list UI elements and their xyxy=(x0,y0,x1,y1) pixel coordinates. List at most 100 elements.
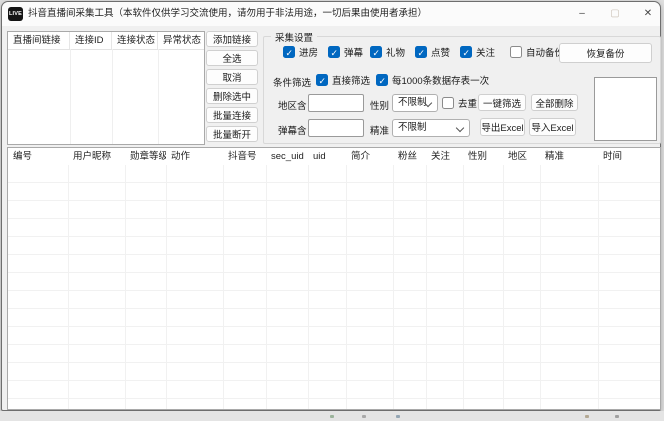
column-header-gender[interactable]: 性别 xyxy=(463,148,503,165)
delete-all-button[interactable]: 全部删除 xyxy=(531,94,578,111)
divider xyxy=(70,49,71,144)
column-header-follow[interactable]: 关注 xyxy=(426,148,463,165)
divider xyxy=(68,165,69,409)
taskbar-icon xyxy=(585,415,589,418)
checkbox-auto-backup[interactable]: 自动备份 xyxy=(510,45,564,59)
export-excel-button[interactable]: 导出Excel xyxy=(480,118,525,136)
connection-list[interactable]: 直播间链接 连接ID 连接状态 异常状态 xyxy=(7,31,205,145)
divider xyxy=(346,165,347,409)
column-header-bio[interactable]: 简介 xyxy=(346,148,393,165)
checkbox-label: 去重 xyxy=(458,96,477,110)
divider xyxy=(223,165,224,409)
taskbar-icon xyxy=(615,415,619,418)
checkbox-icon[interactable] xyxy=(283,46,295,58)
data-table[interactable]: 编号 用户昵称 勋章等级 动作 抖音号 sec_uid uid 简介 粉丝 关注… xyxy=(7,147,661,410)
titlebar[interactable]: LIVE 抖音直播间采集工具（本软件仅供学习交流使用，请勿用于非法用途，一切后果… xyxy=(2,2,660,26)
group-title: 采集设置 xyxy=(271,30,317,44)
data-table-header: 编号 用户昵称 勋章等级 动作 抖音号 sec_uid uid 简介 粉丝 关注… xyxy=(8,148,660,166)
divider xyxy=(158,49,159,144)
checkbox-danmaku[interactable]: 弹幕 xyxy=(328,45,363,59)
column-header-nickname[interactable]: 用户昵称 xyxy=(68,148,125,165)
checkbox-direct-filter[interactable]: 直接筛选 xyxy=(316,73,370,87)
checkbox-label: 点赞 xyxy=(431,45,450,59)
column-header-fans[interactable]: 粉丝 xyxy=(393,148,426,165)
region-contains-label: 地区含 xyxy=(278,98,307,112)
divider xyxy=(503,165,504,409)
window-title: 抖音直播间采集工具（本软件仅供学习交流使用，请勿用于非法用途，一切后果由使用者承… xyxy=(28,2,427,26)
divider xyxy=(308,165,309,409)
divider xyxy=(426,165,427,409)
divider xyxy=(266,165,267,409)
column-header-no[interactable]: 编号 xyxy=(8,148,68,165)
batch-connect-button[interactable]: 批量连接 xyxy=(206,107,258,123)
checkbox-icon[interactable] xyxy=(510,46,522,58)
select-value: 不限制 xyxy=(398,97,427,108)
one-key-filter-button[interactable]: 一键筛选 xyxy=(478,94,526,111)
gender-select[interactable]: 不限制 xyxy=(392,94,438,112)
column-header-time[interactable]: 时间 xyxy=(598,148,660,165)
checkbox-label: 关注 xyxy=(476,45,495,59)
divider xyxy=(463,165,464,409)
preview-box xyxy=(594,77,657,141)
divider xyxy=(166,165,167,409)
checkbox-icon[interactable] xyxy=(376,74,388,86)
divider xyxy=(112,49,113,144)
region-contains-input[interactable] xyxy=(308,94,364,112)
checkbox-icon[interactable] xyxy=(460,46,472,58)
data-table-body[interactable] xyxy=(8,165,660,409)
minimize-button[interactable]: – xyxy=(567,2,597,25)
checkbox-enter-room[interactable]: 进房 xyxy=(283,45,318,59)
close-button[interactable]: ✕ xyxy=(633,2,663,25)
column-header-precision[interactable]: 精准 xyxy=(540,148,598,165)
column-header-conn-status[interactable]: 连接状态 xyxy=(112,32,158,49)
column-header-conn-id[interactable]: 连接ID xyxy=(70,32,112,49)
checkbox-icon[interactable] xyxy=(415,46,427,58)
checkbox-icon[interactable] xyxy=(316,74,328,86)
column-header-douyin-id[interactable]: 抖音号 xyxy=(223,148,266,165)
taskbar-icon xyxy=(362,415,366,418)
column-header-sec-uid[interactable]: sec_uid xyxy=(266,148,308,165)
column-header-error-status[interactable]: 异常状态 xyxy=(158,32,204,49)
maximize-button[interactable]: ▢ xyxy=(600,2,630,25)
column-header-badge[interactable]: 勋章等级 xyxy=(125,148,166,165)
checkbox-like[interactable]: 点赞 xyxy=(415,45,450,59)
checkbox-icon[interactable] xyxy=(328,46,340,58)
delete-selected-button[interactable]: 删除选中 xyxy=(206,88,258,104)
checkbox-follow[interactable]: 关注 xyxy=(460,45,495,59)
filter-section-label: 条件筛选 xyxy=(273,75,311,89)
checkbox-dedupe[interactable]: 去重 xyxy=(442,96,477,110)
checkbox-icon[interactable] xyxy=(442,97,454,109)
checkbox-icon[interactable] xyxy=(370,46,382,58)
checkbox-label: 进房 xyxy=(299,45,318,59)
column-header-uid[interactable]: uid xyxy=(308,148,346,165)
select-all-button[interactable]: 全选 xyxy=(206,50,258,66)
live-badge-icon: LIVE xyxy=(8,7,23,21)
divider xyxy=(393,165,394,409)
select-value: 不限制 xyxy=(398,122,427,133)
checkbox-label: 礼物 xyxy=(386,45,405,59)
danmaku-contains-label: 弹幕含 xyxy=(278,123,307,137)
column-header-link[interactable]: 直播间链接 xyxy=(8,32,70,49)
restore-backup-button[interactable]: 恢复备份 xyxy=(559,43,652,63)
add-link-button[interactable]: 添加链接 xyxy=(206,31,258,47)
cancel-button[interactable]: 取消 xyxy=(206,69,258,85)
checkbox-label: 直接筛选 xyxy=(332,73,370,87)
precision-label: 精准 xyxy=(370,123,389,137)
checkbox-batch-save[interactable]: 每1000条数据存表一次 xyxy=(376,73,489,87)
checkbox-gift[interactable]: 礼物 xyxy=(370,45,405,59)
taskbar-sliver xyxy=(0,411,664,421)
divider xyxy=(540,165,541,409)
divider xyxy=(598,165,599,409)
gender-label: 性别 xyxy=(370,98,389,112)
danmaku-contains-input[interactable] xyxy=(308,119,364,137)
import-excel-button[interactable]: 导入Excel xyxy=(529,118,576,136)
column-header-region[interactable]: 地区 xyxy=(503,148,540,165)
divider xyxy=(125,165,126,409)
batch-disconnect-button[interactable]: 批量断开 xyxy=(206,126,258,142)
app-window: LIVE 抖音直播间采集工具（本软件仅供学习交流使用，请勿用于非法用途，一切后果… xyxy=(1,1,661,411)
column-header-action[interactable]: 动作 xyxy=(166,148,223,165)
precision-select[interactable]: 不限制 xyxy=(392,119,470,137)
chevron-down-icon xyxy=(456,124,464,132)
checkbox-label: 每1000条数据存表一次 xyxy=(392,73,489,87)
taskbar-icon xyxy=(330,415,334,418)
